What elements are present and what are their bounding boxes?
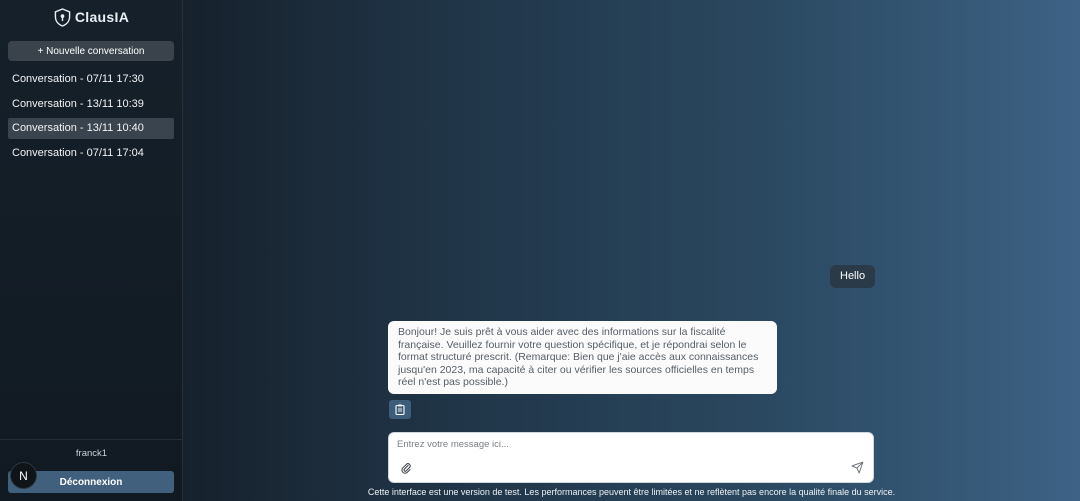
avatar[interactable]: N bbox=[11, 463, 36, 488]
conversation-item-active[interactable]: Conversation - 13/11 10:40 bbox=[8, 118, 174, 139]
assistant-message: Bonjour! Je suis prêt à vous aider avec … bbox=[388, 321, 777, 394]
paperclip-icon[interactable] bbox=[400, 461, 412, 475]
brand: ClausIA bbox=[0, 6, 183, 28]
user-message: Hello bbox=[830, 265, 876, 288]
username: franck1 bbox=[75, 448, 108, 459]
sidebar: ClausIA + Nouvelle conversation Conversa… bbox=[0, 0, 183, 501]
app-name: ClausIA bbox=[74, 9, 130, 25]
copy-button[interactable] bbox=[389, 400, 411, 419]
conversation-item[interactable]: Conversation - 07/11 17:30 bbox=[8, 69, 174, 90]
sidebar-divider bbox=[0, 439, 183, 440]
shield-icon bbox=[54, 7, 71, 27]
conversation-item[interactable]: Conversation - 07/11 17:04 bbox=[8, 143, 174, 164]
send-icon[interactable] bbox=[851, 461, 864, 474]
disclaimer: Cette interface est une version de test.… bbox=[367, 487, 896, 497]
conversation-item[interactable]: Conversation - 13/11 10:39 bbox=[8, 94, 174, 115]
message-input[interactable] bbox=[397, 437, 857, 451]
message-composer bbox=[388, 432, 874, 483]
conversation-list: Conversation - 07/11 17:30 Conversation … bbox=[8, 69, 174, 167]
new-conversation-button[interactable]: + Nouvelle conversation bbox=[8, 41, 174, 61]
clipboard-icon bbox=[395, 404, 405, 415]
